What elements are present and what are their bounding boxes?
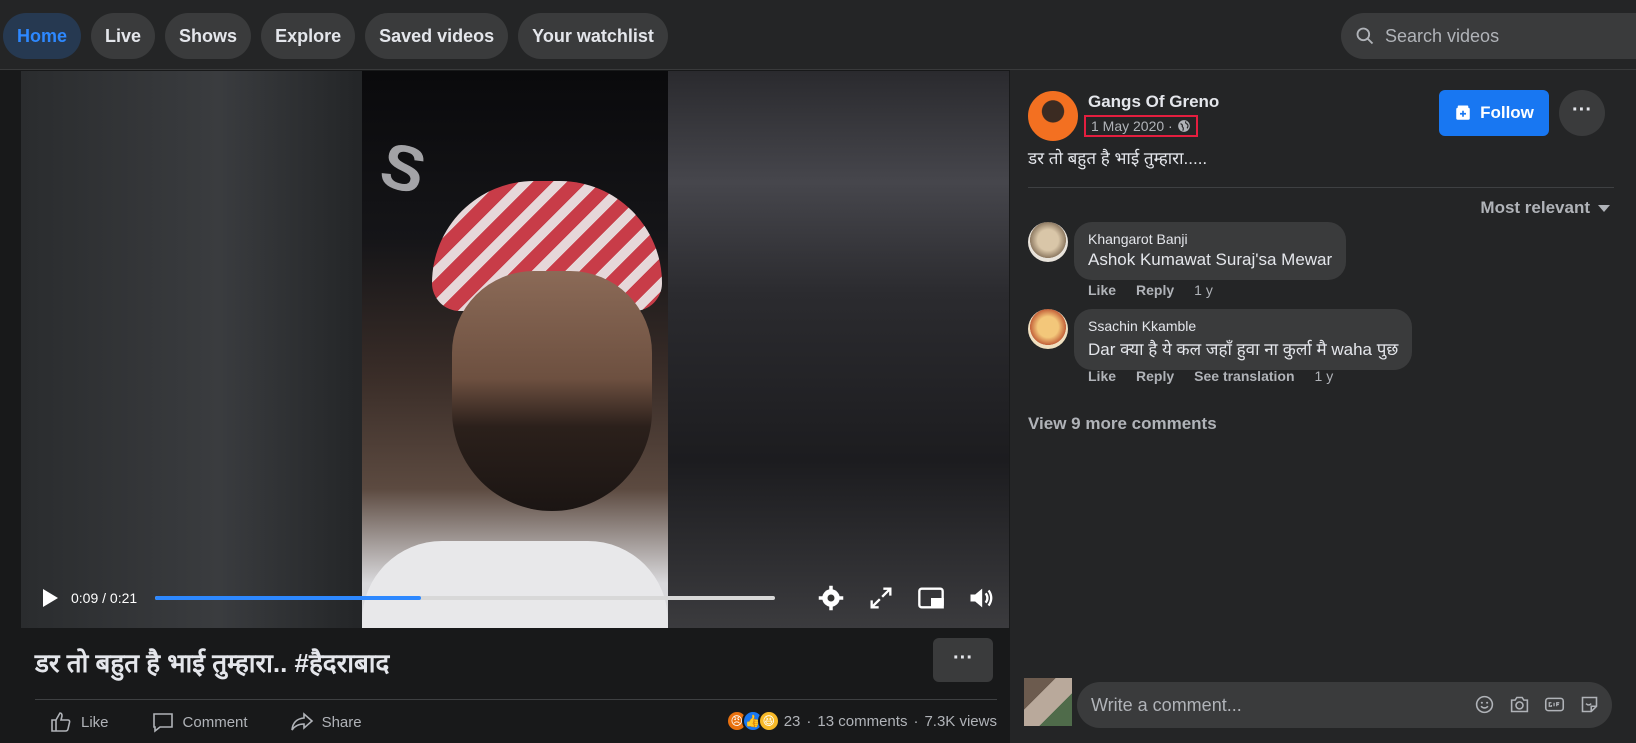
tab-shows[interactable]: Shows (165, 13, 252, 59)
comment-button[interactable]: Comment (151, 710, 248, 734)
emoji-icon[interactable] (1474, 694, 1495, 715)
progress-fill (155, 596, 421, 600)
playback-time: 0:09 / 0:21 (71, 590, 138, 606)
comments-count[interactable]: 13 comments (817, 713, 907, 730)
comment-bubble-icon (152, 713, 173, 733)
comment-reply-link[interactable]: Reply (1136, 368, 1174, 384)
share-arrow-icon (290, 712, 313, 731)
progress-bar[interactable] (155, 596, 775, 600)
video-title: डर तो बहुत है भाई तुम्हारा.. #हैदराबाद (35, 648, 390, 678)
post-options-button[interactable]: ··· (1559, 90, 1605, 136)
play-icon[interactable] (37, 586, 61, 610)
divider (1028, 187, 1614, 188)
video-subject-face (452, 271, 652, 511)
reaction-icons[interactable]: 😠 👍 😆 (725, 710, 780, 732)
comment-time[interactable]: 1 y (1194, 282, 1213, 298)
see-translation-link[interactable]: See translation (1194, 368, 1294, 384)
separator-dot: · (806, 712, 812, 730)
follow-button[interactable]: Follow (1439, 90, 1549, 136)
post-caption: डर तो बहुत है भाई तुम्हारा..... (1028, 149, 1208, 168)
more-dots-icon: ··· (953, 647, 973, 669)
tab-saved-videos[interactable]: Saved videos (365, 13, 509, 59)
settings-gear-icon[interactable] (817, 584, 845, 612)
tab-your-watchlist[interactable]: Your watchlist (518, 13, 668, 59)
composer-icons (1474, 694, 1600, 715)
search-box[interactable] (1341, 13, 1636, 59)
comment-actions: Like Reply 1 y (1088, 282, 1233, 298)
share-button[interactable]: Share (290, 710, 362, 734)
views-count: 7.3K views (924, 712, 997, 730)
video-tabs: Home Live Shows Explore Saved videos You… (3, 13, 668, 59)
commenter-avatar[interactable] (1028, 222, 1068, 262)
tab-explore[interactable]: Explore (261, 13, 356, 59)
volume-icon[interactable] (967, 584, 995, 612)
sticker-icon[interactable] (1579, 694, 1600, 715)
comment-actions: Like Reply See translation 1 y (1088, 368, 1353, 384)
tab-live[interactable]: Live (91, 13, 156, 59)
video-player[interactable]: S 0:09 / 0:21 (21, 71, 1009, 628)
commenter-name[interactable]: Ssachin Kkamble (1088, 318, 1398, 334)
thumbs-up-icon (51, 712, 71, 732)
comment-bubble: Ssachin Kkamble Dar क्या है ये कल जहाँ ह… (1074, 309, 1413, 370)
sort-label: Most relevant (1480, 198, 1590, 217)
caret-down-icon (1598, 204, 1610, 212)
comment-label: Comment (182, 713, 248, 731)
post-date-text: 1 May 2020 · (1091, 118, 1173, 134)
haha-reaction-icon: 😆 (757, 710, 780, 732)
gif-icon[interactable] (1544, 694, 1565, 715)
page-avatar[interactable] (1028, 91, 1078, 141)
globe-icon (1177, 120, 1190, 132)
share-label: Share (321, 713, 362, 731)
video-frame: S (362, 71, 668, 628)
follow-page-icon (1456, 105, 1470, 120)
top-navigation: Home Live Shows Explore Saved videos You… (0, 0, 1636, 70)
tab-home[interactable]: Home (3, 13, 82, 59)
separator-dot: · (913, 712, 919, 730)
like-button[interactable]: Like (49, 710, 109, 734)
comment-text: Ashok Kumawat Suraj'sa Mewar (1088, 250, 1333, 269)
search-icon (1356, 27, 1374, 45)
picture-in-picture-icon[interactable] (917, 584, 945, 612)
video-background-blur (667, 71, 1009, 628)
video-frame-decoration: S (373, 127, 434, 209)
reaction-count[interactable]: 23 (784, 713, 801, 730)
search-input[interactable] (1385, 25, 1625, 47)
user-avatar[interactable] (1024, 678, 1072, 726)
commenter-avatar[interactable] (1028, 309, 1068, 349)
fullscreen-expand-icon[interactable] (867, 584, 895, 612)
comment-like-link[interactable]: Like (1088, 282, 1116, 298)
page-name[interactable]: Gangs Of Greno (1088, 92, 1219, 112)
more-dots-icon: ··· (1572, 99, 1592, 121)
comment-text: Dar क्या है ये कल जहाँ हुवा ना कुर्ला मै… (1088, 340, 1399, 359)
video-title-row: डर तो बहुत है भाई तुम्हारा.. #हैदराबाद ·… (35, 636, 997, 700)
camera-icon[interactable] (1509, 694, 1530, 715)
comment-like-link[interactable]: Like (1088, 368, 1116, 384)
comment-composer[interactable] (1077, 682, 1612, 728)
video-stats: 😠 👍 😆 23 · 13 comments · 7.3K views (725, 710, 997, 732)
comment-reply-link[interactable]: Reply (1136, 282, 1174, 298)
comment-time[interactable]: 1 y (1315, 368, 1334, 384)
like-label: Like (81, 713, 109, 731)
comments-panel: Gangs Of Greno 1 May 2020 · Follow ··· ड… (1010, 70, 1636, 743)
comment-sort-dropdown[interactable]: Most relevant (1480, 198, 1610, 218)
comment-input[interactable] (1091, 694, 1431, 716)
comment-bubble: Khangarot Banji Ashok Kumawat Suraj'sa M… (1074, 222, 1347, 280)
player-control-icons (817, 584, 995, 612)
post-date[interactable]: 1 May 2020 · (1084, 115, 1198, 137)
video-actions: Like Comment Share 😠 👍 😆 23 · 13 comment… (35, 700, 997, 743)
view-more-comments-link[interactable]: View 9 more comments (1028, 414, 1217, 434)
player-controls: 0:09 / 0:21 (21, 568, 1009, 628)
follow-label: Follow (1480, 103, 1534, 122)
commenter-name[interactable]: Khangarot Banji (1088, 231, 1332, 247)
video-column: S 0:09 / 0:21 डर तो बहुत है भाई तुम्हारा… (0, 70, 1010, 743)
more-options-button[interactable]: ··· (933, 638, 993, 682)
